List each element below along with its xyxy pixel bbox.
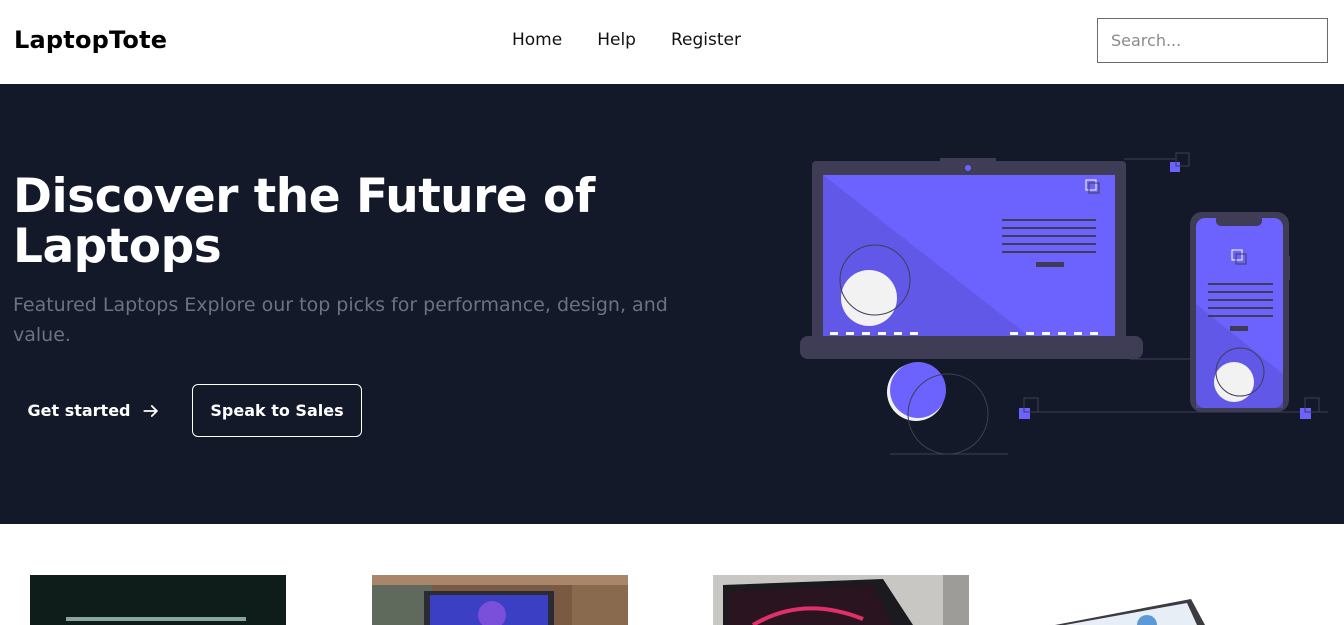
laptop-photo-icon (372, 575, 628, 625)
devices-illustration (800, 152, 1328, 455)
hero-title: Discover the Future of Laptops (13, 169, 595, 274)
nav-link-home[interactable]: Home (512, 30, 562, 50)
nav-link-register[interactable]: Register (671, 30, 741, 50)
main-nav: Home Help Register (512, 30, 741, 50)
nav-link-help[interactable]: Help (597, 30, 636, 50)
hero-section: Discover the Future of Laptops Featured … (0, 84, 1344, 524)
product-card-image[interactable] (372, 575, 628, 625)
speak-to-sales-button[interactable]: Speak to Sales (192, 384, 362, 437)
get-started-button[interactable]: Get started (14, 384, 174, 437)
arrow-right-icon (142, 404, 158, 417)
product-card-image[interactable] (713, 575, 969, 625)
site-logo[interactable]: LaptopTote (14, 26, 167, 54)
search-input[interactable] (1097, 18, 1328, 63)
product-card-image[interactable] (30, 575, 286, 625)
product-card-image[interactable] (1055, 575, 1311, 625)
hero-subtitle: Featured Laptops Explore our top picks f… (13, 294, 668, 346)
featured-products (0, 524, 1344, 625)
laptop-photo-icon (30, 575, 286, 625)
get-started-label: Get started (27, 401, 131, 420)
site-header: LaptopTote Home Help Register (0, 0, 1344, 84)
laptop-photo-icon (1055, 575, 1311, 625)
laptop-photo-icon (713, 575, 969, 625)
